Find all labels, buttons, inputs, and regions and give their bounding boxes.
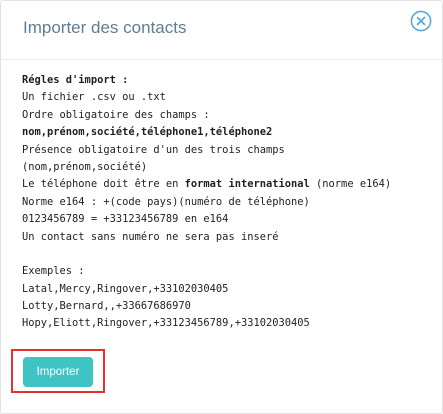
rule-file-type: Un fichier .csv ou .txt xyxy=(22,91,166,104)
examples-heading: Exemples : xyxy=(22,265,85,278)
rule-e164-example: 0123456789 = +33123456789 en e164 xyxy=(22,213,229,226)
rules-heading: Régles d'import : xyxy=(22,74,129,86)
rule-field-order: Ordre obligatoire des champs : xyxy=(22,108,210,121)
rule-field-list: nom,prénom,société,téléphone1,téléphone2 xyxy=(22,126,273,139)
example-line: Lotty,Bernard,,+33667686970 xyxy=(22,300,191,313)
close-icon[interactable] xyxy=(410,10,432,32)
rule-phone-format: Le téléphone doit être en format interna… xyxy=(22,176,432,193)
import-rules: Régles d'import : Un fichier .csv ou .tx… xyxy=(22,72,432,333)
rule-phone-format-bold: format international xyxy=(184,178,310,191)
rule-e164-norm: Norme e164 : +(code pays)(numéro de télé… xyxy=(22,195,310,208)
rule-required-field: Présence obligatoire d'un des trois cham… xyxy=(22,143,285,156)
dialog-header: Importer des contacts xyxy=(1,1,442,60)
import-button[interactable]: Importer xyxy=(23,357,93,387)
example-line: Hopy,Eliott,Ringover,+33123456789,+33102… xyxy=(22,317,310,330)
example-line: Latal,Mercy,Ringover,+33102030405 xyxy=(22,282,229,295)
rule-required-fields-list: (nom,prénom,société) xyxy=(22,160,148,173)
rule-no-number: Un contact sans numéro ne sera pas inser… xyxy=(22,230,279,243)
import-contacts-dialog: Importer des contacts Régles d'import : … xyxy=(0,0,443,414)
rule-phone-format-suffix: (norme e164) xyxy=(309,178,392,191)
rule-phone-format-prefix: Le téléphone doit être en xyxy=(22,178,185,191)
dialog-title: Importer des contacts xyxy=(23,18,187,37)
